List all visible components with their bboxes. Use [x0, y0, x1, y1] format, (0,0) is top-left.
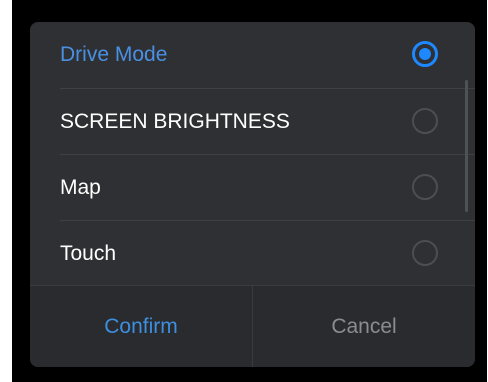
option-label: Drive Mode [60, 43, 168, 66]
radio-dot [419, 48, 431, 60]
option-label: Map [60, 176, 101, 199]
option-screen-brightness[interactable]: SCREEN BRIGHTNESS [30, 89, 475, 155]
radio-unselected-icon[interactable] [412, 108, 438, 134]
radio-unselected-icon[interactable] [412, 174, 438, 200]
option-map[interactable]: Map [30, 155, 475, 221]
dialog-footer: Confirm Cancel [30, 285, 475, 367]
option-drive-mode[interactable]: Drive Mode [30, 22, 475, 88]
option-touch[interactable]: Touch [30, 221, 475, 287]
option-label: SCREEN BRIGHTNESS [60, 110, 290, 133]
radio-unselected-icon[interactable] [412, 240, 438, 266]
confirm-button[interactable]: Confirm [30, 286, 252, 367]
radio-selected-icon[interactable] [412, 41, 438, 67]
option-label: Touch [60, 242, 117, 265]
cancel-button[interactable]: Cancel [253, 286, 475, 367]
scrollbar[interactable] [465, 80, 468, 212]
option-dialog: Drive Mode SCREEN BRIGHTNESS Map Touch C… [30, 22, 475, 367]
